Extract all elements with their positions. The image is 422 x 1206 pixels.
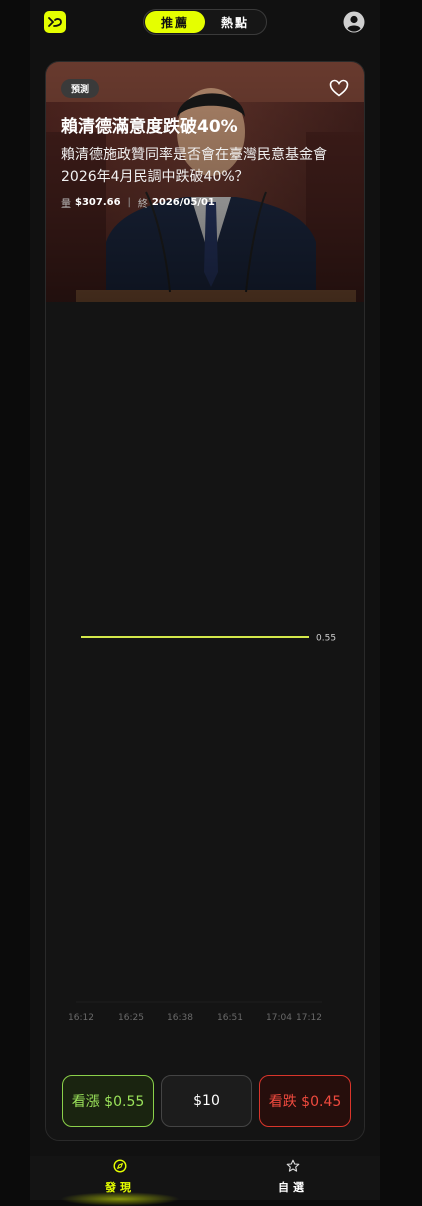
volume-label: 量 <box>61 195 71 210</box>
profile-icon[interactable] <box>343 11 365 33</box>
amount-button[interactable]: $10 <box>161 1075 252 1127</box>
nav-item-discover[interactable]: 發現 <box>75 1158 165 1195</box>
market-card[interactable]: 預測 賴清德滿意度跌破40% 賴清德施政贊同率是否會在臺灣民意基金會2026年4… <box>45 61 365 1141</box>
market-meta: 量 $307.66 | 終 2026/05/01 <box>61 195 215 210</box>
volume-value: $307.66 <box>75 197 121 208</box>
end-date-value: 2026/05/01 <box>152 197 215 208</box>
compass-icon <box>75 1158 165 1177</box>
chart-x-tick-label: 16:25 <box>118 1013 144 1023</box>
chart-x-tick-label: 16:51 <box>217 1013 243 1023</box>
app-logo-icon[interactable] <box>44 11 66 33</box>
tab-trending[interactable]: 熱點 <box>205 11 265 33</box>
price-chart: 0.55 16:12 16:25 16:38 16:51 17:04 17:12 <box>46 302 365 1032</box>
hero-image: 預測 賴清德滿意度跌破40% 賴清德施政贊同率是否會在臺灣民意基金會2026年4… <box>46 62 365 302</box>
meta-divider: | <box>128 197 131 208</box>
tab-recommended[interactable]: 推薦 <box>145 11 205 33</box>
chart-x-tick-label: 17:04 <box>266 1013 292 1023</box>
market-question: 賴清德施政贊同率是否會在臺灣民意基金會2026年4月民調中跌破40%？ <box>61 144 361 188</box>
chart-x-tick-label: 17:12 <box>296 1013 322 1023</box>
active-nav-glow <box>60 1192 180 1206</box>
nav-label-watchlist: 自選 <box>248 1179 338 1195</box>
buy-up-button[interactable]: 看漲 $0.55 <box>62 1075 154 1127</box>
top-bar: 推薦 熱點 <box>30 0 380 44</box>
nav-item-watchlist[interactable]: 自選 <box>248 1158 338 1195</box>
feed-tabs: 推薦 熱點 <box>143 9 267 35</box>
chart-last-value-label: 0.55 <box>316 634 336 644</box>
star-icon <box>248 1158 338 1177</box>
end-date-label: 終 <box>138 195 148 210</box>
market-title: 賴清德滿意度跌破40% <box>61 116 356 138</box>
app-shell: 推薦 熱點 <box>30 0 380 1200</box>
bottom-nav: 發現 自選 <box>30 1156 380 1200</box>
buy-down-button[interactable]: 看跌 $0.45 <box>259 1075 351 1127</box>
chart-x-tick-label: 16:12 <box>68 1013 94 1023</box>
heart-icon[interactable] <box>329 79 349 97</box>
chart-x-tick-label: 16:38 <box>167 1013 193 1023</box>
category-badge: 預測 <box>61 79 99 98</box>
